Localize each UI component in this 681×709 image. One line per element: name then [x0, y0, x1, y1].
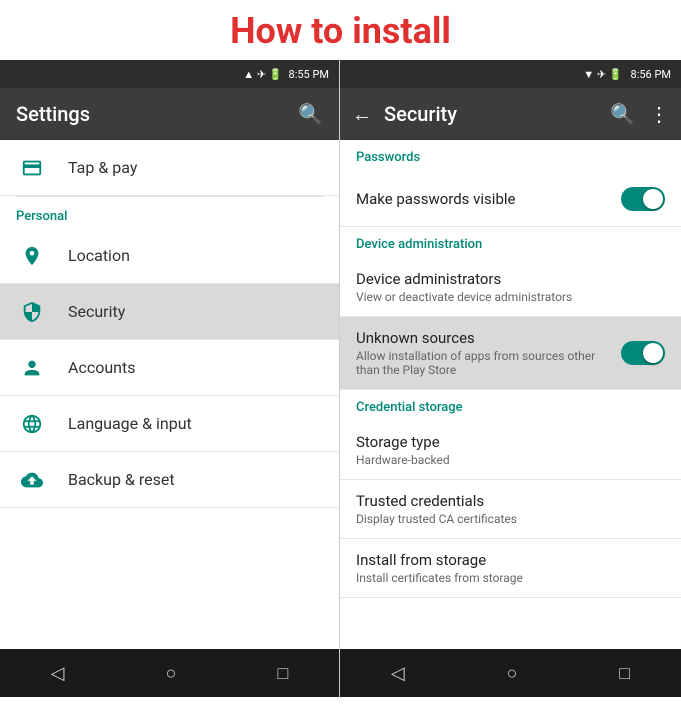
right-item-install-from-storage[interactable]: Install from storage Install certificate… — [340, 539, 681, 598]
section-personal-header: Personal — [0, 197, 339, 228]
left-recent-button[interactable]: □ — [278, 663, 289, 684]
left-toolbar: Settings 🔍 — [0, 88, 339, 140]
left-home-button[interactable]: ○ — [166, 663, 177, 684]
tap-pay-icon — [16, 157, 48, 179]
right-time: 8:56 PM — [631, 68, 671, 81]
tap-pay-label: Tap & pay — [68, 158, 137, 177]
trusted-credentials-subtitle: Display trusted CA certificates — [356, 512, 665, 526]
right-recent-nav-button[interactable]: □ — [619, 663, 630, 684]
left-time: 8:55 PM — [289, 68, 329, 81]
settings-item-security[interactable]: Security — [0, 284, 339, 340]
left-statusbar: ▲ ✈ 🔋 8:55 PM — [0, 60, 339, 88]
right-more-icon[interactable]: ⋮ — [649, 102, 669, 126]
unknown-sources-subtitle: Allow installation of apps from sources … — [356, 349, 621, 377]
right-panel: ▼ ✈ 🔋 8:56 PM ← Security 🔍 ⋮ Passwords M… — [340, 60, 681, 697]
right-statusbar-icons: ▼ ✈ 🔋 — [583, 68, 622, 81]
device-admins-title: Device administrators — [356, 270, 665, 288]
right-item-unknown-sources[interactable]: Unknown sources Allow installation of ap… — [340, 317, 681, 390]
section-device-admin-header: Device administration — [340, 227, 681, 258]
settings-list: Tap & pay Personal Location — [0, 140, 339, 649]
right-search-icon[interactable]: 🔍 — [610, 102, 635, 126]
left-search-icon[interactable]: 🔍 — [298, 102, 323, 126]
accounts-icon — [16, 357, 48, 379]
left-navbar: ◁ ○ □ — [0, 649, 339, 697]
section-credential-storage-header: Credential storage — [340, 390, 681, 421]
right-content: Passwords Make passwords visible Device … — [340, 140, 681, 649]
device-admins-subtitle: View or deactivate device administrators — [356, 290, 665, 304]
install-from-storage-subtitle: Install certificates from storage — [356, 571, 665, 585]
backup-icon — [16, 469, 48, 491]
right-item-make-passwords[interactable]: Make passwords visible — [340, 171, 681, 227]
right-navbar: ◁ ○ □ — [340, 649, 681, 697]
unknown-sources-title: Unknown sources — [356, 329, 621, 347]
storage-type-title: Storage type — [356, 433, 665, 451]
right-item-trusted-credentials[interactable]: Trusted credentials Display trusted CA c… — [340, 480, 681, 539]
settings-item-language[interactable]: Language & input — [0, 396, 339, 452]
section-passwords-header: Passwords — [340, 140, 681, 171]
page-title: How to install — [0, 0, 681, 60]
right-toolbar-icons: 🔍 ⋮ — [610, 102, 669, 126]
left-toolbar-title: Settings — [16, 102, 298, 126]
statusbar-icons: ▲ ✈ 🔋 — [243, 68, 282, 81]
location-icon — [16, 245, 48, 267]
location-label: Location — [68, 246, 130, 265]
security-icon — [16, 301, 48, 323]
settings-item-backup[interactable]: Backup & reset — [0, 452, 339, 508]
right-toolbar: ← Security 🔍 ⋮ — [340, 88, 681, 140]
right-home-nav-button[interactable]: ○ — [507, 663, 518, 684]
settings-item-tap-pay[interactable]: Tap & pay — [0, 140, 339, 196]
right-item-storage-type[interactable]: Storage type Hardware-backed — [340, 421, 681, 480]
security-label: Security — [68, 302, 125, 321]
install-from-storage-title: Install from storage — [356, 551, 665, 569]
trusted-credentials-title: Trusted credentials — [356, 492, 665, 510]
backup-label: Backup & reset — [68, 470, 175, 489]
language-label: Language & input — [68, 414, 192, 433]
accounts-label: Accounts — [68, 358, 135, 377]
settings-item-location[interactable]: Location — [0, 228, 339, 284]
left-back-button[interactable]: ◁ — [51, 663, 65, 684]
language-icon — [16, 413, 48, 435]
right-item-device-admins[interactable]: Device administrators View or deactivate… — [340, 258, 681, 317]
settings-item-accounts[interactable]: Accounts — [0, 340, 339, 396]
storage-type-subtitle: Hardware-backed — [356, 453, 665, 467]
left-panel: ▲ ✈ 🔋 8:55 PM Settings 🔍 Tap & pay Perso… — [0, 60, 340, 697]
make-passwords-title: Make passwords visible — [356, 190, 621, 208]
make-passwords-toggle[interactable] — [621, 187, 665, 211]
right-toolbar-title: Security — [384, 102, 598, 126]
unknown-sources-toggle[interactable] — [621, 341, 665, 365]
right-back-button[interactable]: ← — [352, 102, 372, 127]
right-statusbar: ▼ ✈ 🔋 8:56 PM — [340, 60, 681, 88]
right-back-nav-button[interactable]: ◁ — [391, 663, 405, 684]
